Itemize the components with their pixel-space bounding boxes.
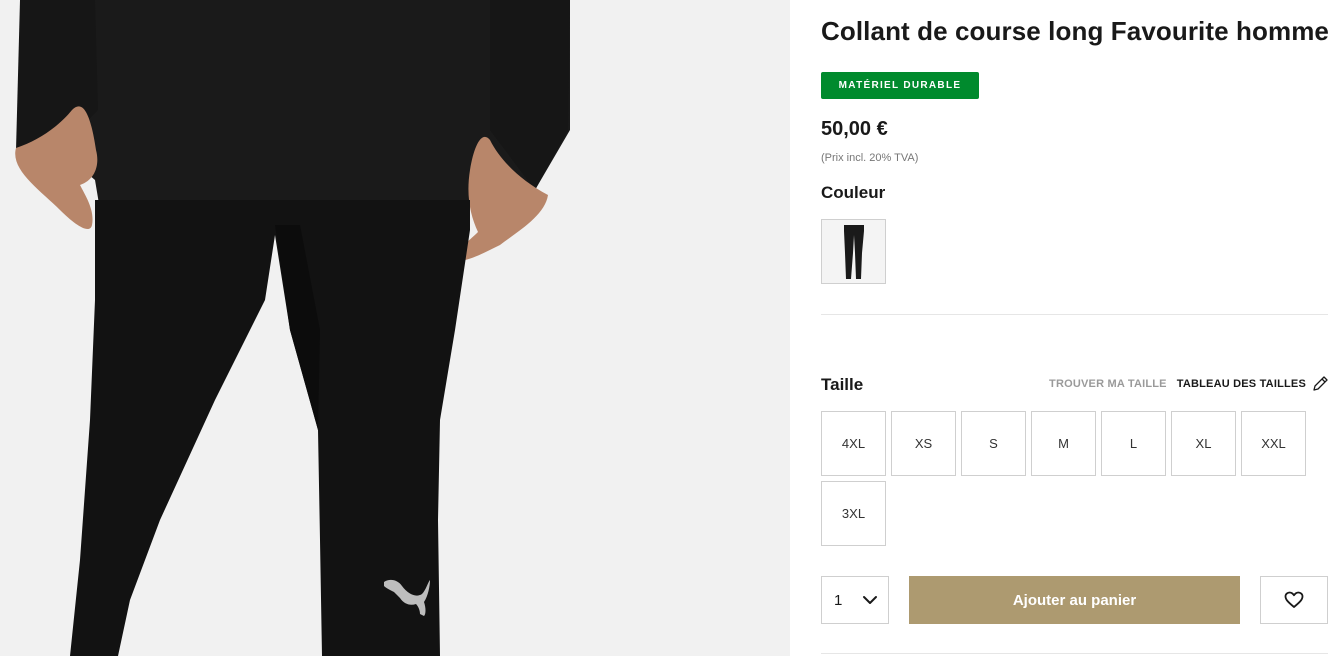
product-price: 50,00 € (821, 118, 888, 140)
heart-icon (1284, 591, 1304, 608)
section-divider (821, 653, 1328, 654)
product-photo (0, 0, 790, 656)
tights-thumbnail-icon (843, 224, 864, 279)
size-option[interactable]: 4XL (821, 411, 886, 476)
find-my-size-link[interactable]: TROUVER MA TAILLE (1049, 378, 1167, 390)
color-swatch-black[interactable] (821, 219, 886, 284)
product-title: Collant de course long Favourite homme (821, 16, 1329, 46)
size-option[interactable]: XL (1171, 411, 1236, 476)
size-option[interactable]: XS (891, 411, 956, 476)
add-to-cart-button[interactable]: Ajouter au panier (909, 576, 1240, 624)
quantity-select[interactable]: 1 (821, 576, 889, 624)
product-details: Collant de course long Favourite homme M… (821, 0, 1329, 656)
product-image[interactable] (0, 0, 790, 656)
sustainable-badge: MATÉRIEL DURABLE (821, 72, 979, 99)
size-option[interactable]: S (961, 411, 1026, 476)
color-label: Couleur (821, 183, 886, 202)
size-option[interactable]: 3XL (821, 481, 886, 546)
ruler-pencil-icon (1313, 376, 1328, 391)
tax-note: (Prix incl. 20% TVA) (821, 152, 919, 164)
chevron-down-icon (863, 596, 877, 604)
wishlist-button[interactable] (1260, 576, 1328, 624)
size-chart-link[interactable]: TABLEAU DES TAILLES (1177, 376, 1328, 392)
size-links: TROUVER MA TAILLE TABLEAU DES TAILLES (1049, 376, 1328, 392)
size-option[interactable]: M (1031, 411, 1096, 476)
size-option[interactable]: L (1101, 411, 1166, 476)
section-divider (821, 314, 1328, 315)
size-chart-label: TABLEAU DES TAILLES (1176, 378, 1306, 390)
size-label: Taille (821, 375, 864, 394)
quantity-value: 1 (834, 591, 843, 609)
size-option[interactable]: XXL (1241, 411, 1306, 476)
